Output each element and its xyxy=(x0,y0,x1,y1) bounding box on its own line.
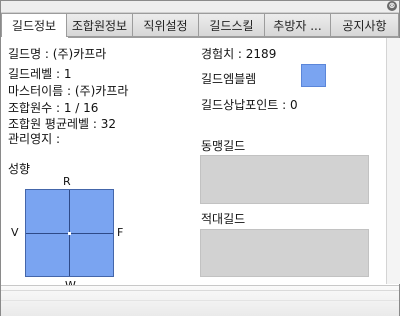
footer-divider-2 xyxy=(1,300,399,301)
compass-top-label: R xyxy=(63,175,71,188)
compass-right-label: F xyxy=(117,226,124,239)
guild-window: ⊗ 길드정보 조합원정보 직위설정 길드스킬 추방자 ... 공지사항 길드명 … xyxy=(0,0,400,316)
member-count: 조합원수 : 1 / 16 xyxy=(8,101,99,115)
tab-member-info[interactable]: 조합원정보 xyxy=(67,13,133,37)
guild-level: 길드레벨 : 1 xyxy=(8,67,72,81)
compass-marker xyxy=(68,232,71,235)
territory: 관리영지 : xyxy=(8,132,61,146)
close-icon[interactable]: ⊗ xyxy=(387,1,397,11)
tendency-compass xyxy=(25,189,114,277)
guild-name: 길드명 : (주)카프라 xyxy=(8,47,107,61)
master-name: 마스터이름 : (주)카프라 xyxy=(8,84,129,98)
tab-notice[interactable]: 공지사항 xyxy=(331,13,399,37)
guild-experience: 경험치 : 2189 xyxy=(201,47,277,61)
enemy-list[interactable] xyxy=(200,229,369,277)
footer-bar xyxy=(1,285,399,316)
alliance-label: 동맹길드 xyxy=(201,139,246,153)
alliance-list[interactable] xyxy=(200,155,369,204)
emblem-label: 길드엠블렘 xyxy=(201,72,257,86)
title-bar: ⊗ xyxy=(1,1,399,13)
tab-position-settings[interactable]: 직위설정 xyxy=(133,13,199,37)
compass-left-label: V xyxy=(11,226,19,239)
tab-bar: 길드정보 조합원정보 직위설정 길드스킬 추방자 ... 공지사항 xyxy=(1,13,399,37)
tab-guild-info[interactable]: 길드정보 xyxy=(1,13,67,37)
tribute-points: 길드상납포인트 : 0 xyxy=(201,98,298,112)
footer-divider xyxy=(1,290,399,291)
tab-guild-skills[interactable]: 길드스킬 xyxy=(199,13,265,37)
scrollbar[interactable] xyxy=(386,38,400,284)
tab-expelled[interactable]: 추방자 ... xyxy=(265,13,331,37)
guild-emblem xyxy=(301,64,326,87)
tendency-label: 성향 xyxy=(8,162,31,176)
enemy-label: 적대길드 xyxy=(201,212,246,226)
